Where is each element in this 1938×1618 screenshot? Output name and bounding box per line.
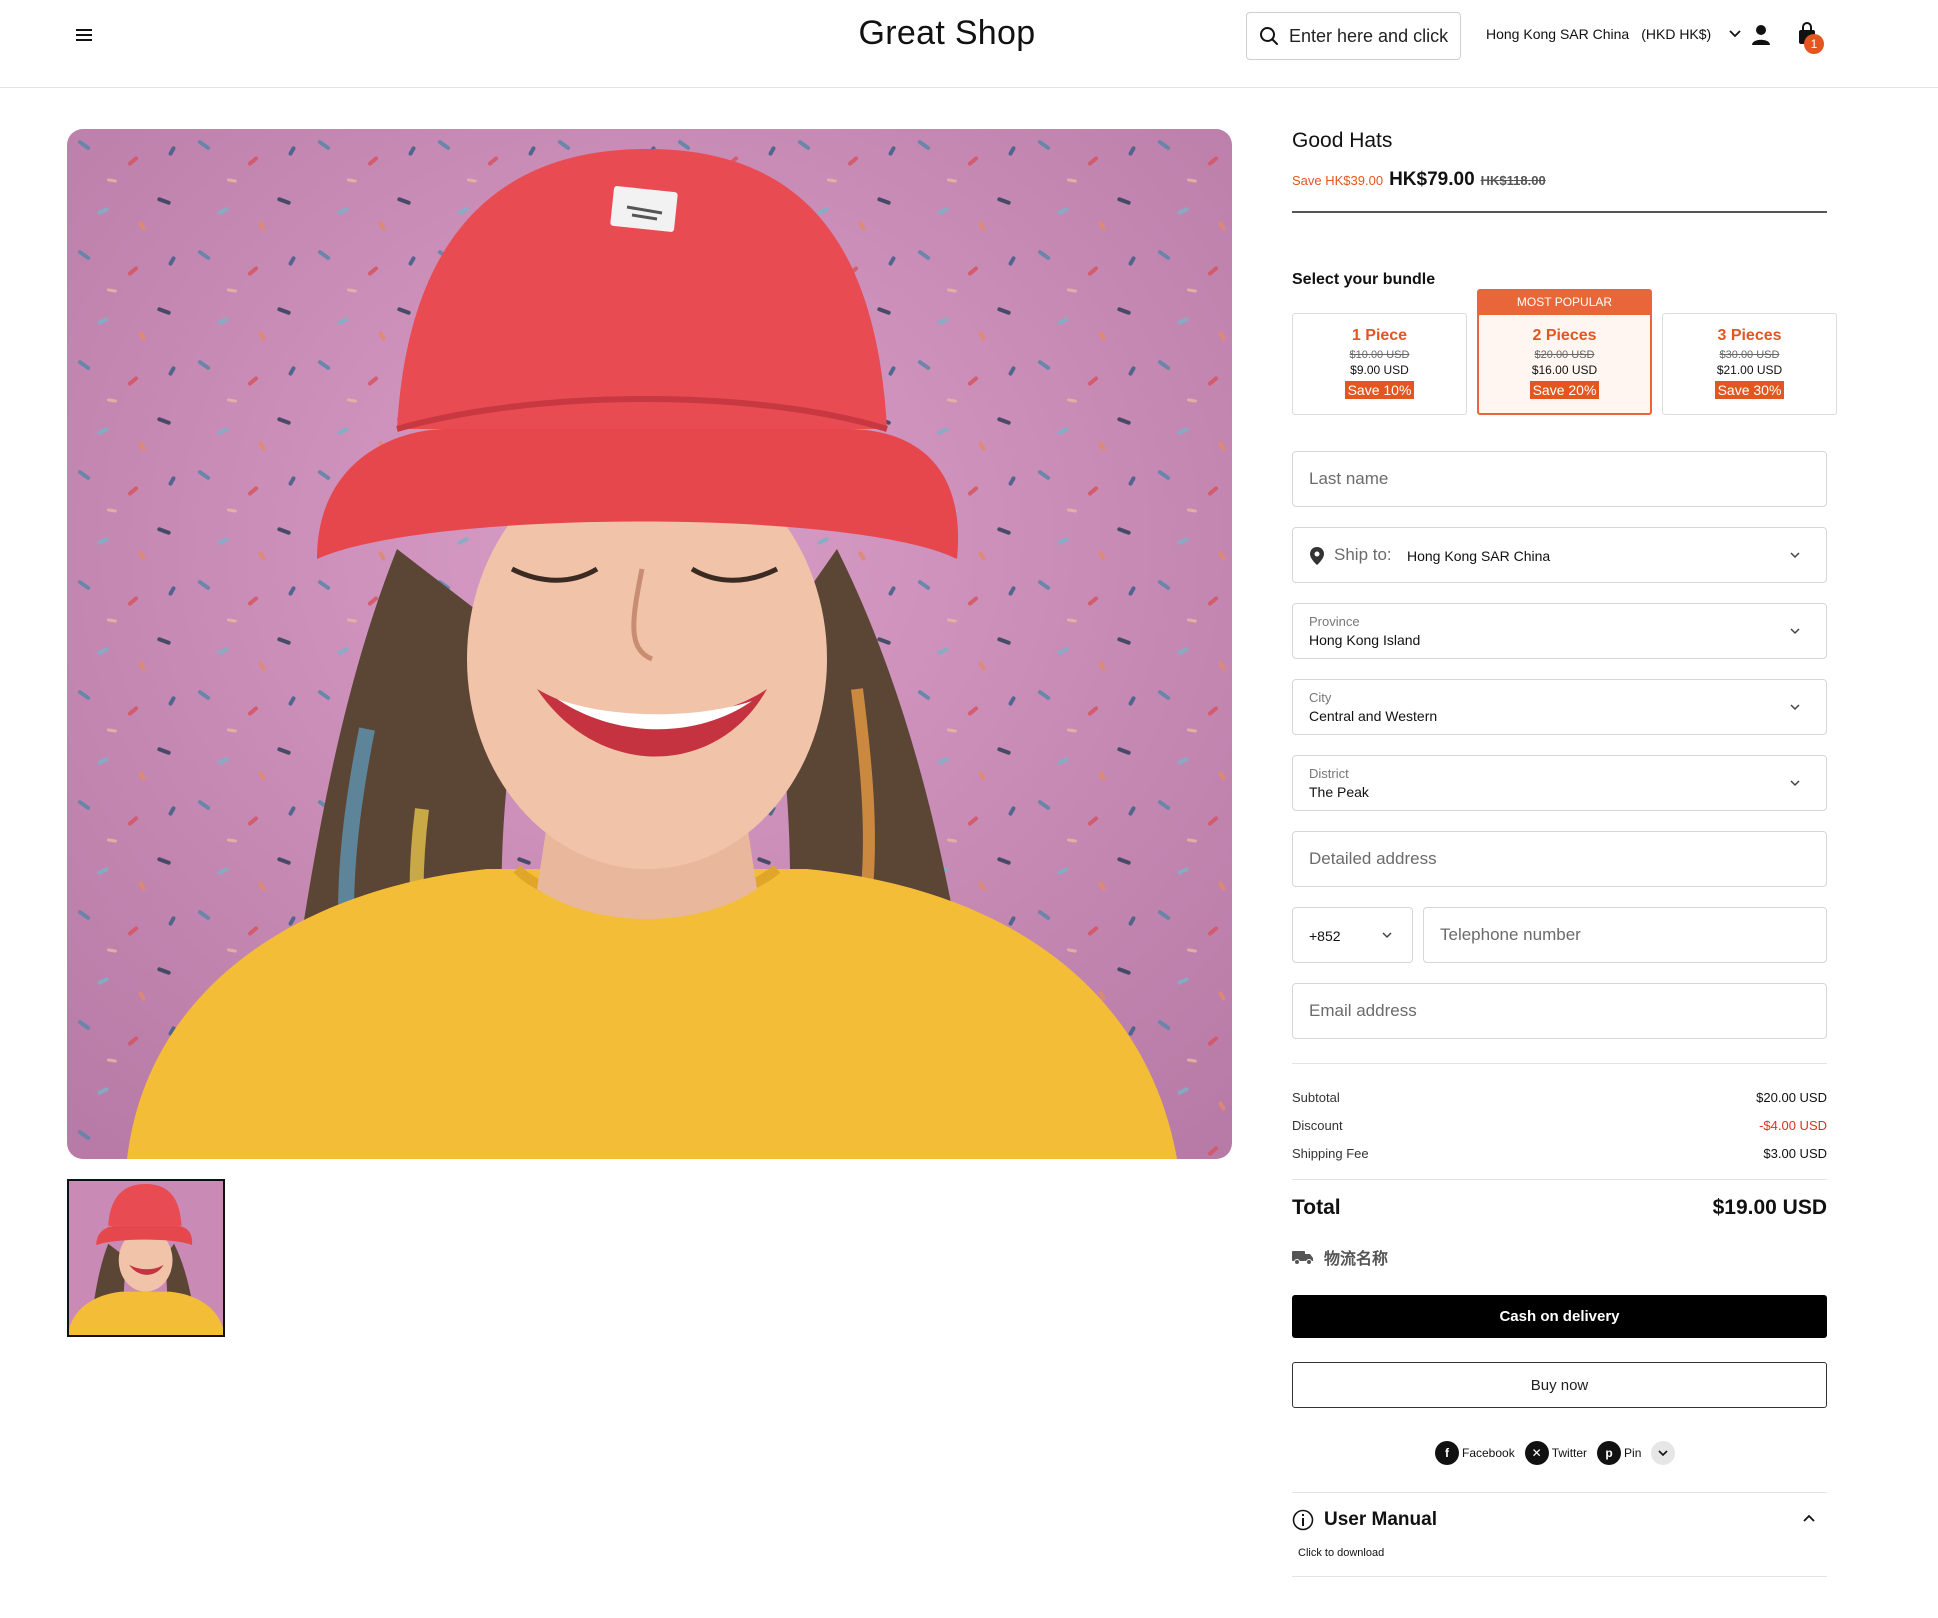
province-label: Province xyxy=(1309,614,1360,629)
product-thumbnail[interactable] xyxy=(67,1179,225,1337)
address-input[interactable] xyxy=(1293,832,1826,886)
ship-to-label: Ship to: xyxy=(1334,545,1392,564)
thumbnail-photo xyxy=(69,1181,223,1335)
user-manual-title: User Manual xyxy=(1324,1509,1437,1530)
address-field[interactable] xyxy=(1292,831,1827,887)
share-more-button[interactable] xyxy=(1651,1441,1676,1465)
buy-now-button[interactable]: Buy now xyxy=(1292,1362,1827,1408)
district-value: The Peak xyxy=(1309,784,1369,800)
product-photo xyxy=(67,129,1232,1159)
total-value: $19.00 USD xyxy=(1712,1196,1827,1219)
truck-icon xyxy=(1292,1251,1313,1265)
discount-value: -$4.00 USD xyxy=(1759,1118,1827,1133)
discount-label: Discount xyxy=(1292,1118,1343,1133)
search-icon[interactable] xyxy=(1259,26,1279,46)
total-label: Total xyxy=(1292,1196,1341,1219)
phone-field[interactable] xyxy=(1423,907,1827,963)
province-select[interactable]: Province Hong Kong Island xyxy=(1292,603,1827,659)
province-value: Hong Kong Island xyxy=(1309,632,1421,648)
phone-input[interactable] xyxy=(1424,908,1826,962)
share-twitter-label: Twitter xyxy=(1551,1446,1588,1460)
district-label: District xyxy=(1309,766,1349,781)
manual-bottom-divider xyxy=(1292,1576,1827,1577)
checkout-form: Ship to: Hong Kong SAR China Province Ho… xyxy=(1292,0,1837,1618)
chevron-down-icon xyxy=(1382,932,1392,939)
user-manual-download-link[interactable]: Click to download xyxy=(1298,1547,1384,1559)
district-select[interactable]: District The Peak xyxy=(1292,755,1827,811)
discount-row: Discount -$4.00 USD xyxy=(1292,1118,1827,1133)
info-icon xyxy=(1292,1509,1314,1531)
location-pin-icon xyxy=(1310,547,1324,565)
share-facebook[interactable]: f Facebook xyxy=(1435,1441,1515,1465)
logistics-name: 物流名称 xyxy=(1324,1251,1389,1268)
shipping-row: Shipping Fee $3.00 USD xyxy=(1292,1146,1827,1161)
email-field[interactable] xyxy=(1292,983,1827,1039)
last-name-field[interactable] xyxy=(1292,451,1827,507)
phone-code-value: +852 xyxy=(1309,928,1341,944)
shipping-label: Shipping Fee xyxy=(1292,1146,1369,1161)
chevron-down-icon xyxy=(1790,780,1800,787)
share-pinterest[interactable]: p Pin xyxy=(1597,1441,1641,1465)
share-twitter[interactable]: ✕ Twitter xyxy=(1524,1441,1588,1465)
subtotal-label: Subtotal xyxy=(1292,1090,1340,1105)
x-twitter-icon: ✕ xyxy=(1524,1441,1549,1465)
total-divider xyxy=(1292,1179,1827,1180)
pinterest-icon: p xyxy=(1597,1441,1622,1465)
user-manual-toggle[interactable]: User Manual xyxy=(1292,1500,1827,1540)
chevron-down-icon xyxy=(1790,552,1800,559)
logistics-row: 物流名称 xyxy=(1292,1245,1388,1269)
share-pin-label: Pin xyxy=(1624,1446,1642,1460)
shipping-value: $3.00 USD xyxy=(1763,1146,1827,1161)
share-bar: f Facebook ✕ Twitter p Pin xyxy=(1435,1441,1676,1465)
phone-code-select[interactable]: +852 xyxy=(1292,907,1413,963)
product-main-image[interactable] xyxy=(67,129,1232,1159)
chevron-down-icon xyxy=(1658,1450,1668,1457)
ship-to-select[interactable]: Ship to: Hong Kong SAR China xyxy=(1292,527,1827,583)
chevron-down-icon xyxy=(1790,628,1800,635)
city-select[interactable]: City Central and Western xyxy=(1292,679,1827,735)
facebook-icon: f xyxy=(1435,1441,1459,1465)
total-row: Total $19.00 USD xyxy=(1292,1196,1827,1220)
city-value: Central and Western xyxy=(1309,708,1438,724)
cash-on-delivery-button[interactable]: Cash on delivery xyxy=(1292,1295,1827,1338)
ship-to-value: Hong Kong SAR China xyxy=(1407,548,1551,564)
chevron-down-icon xyxy=(1790,704,1800,711)
manual-divider xyxy=(1292,1492,1827,1493)
share-facebook-label: Facebook xyxy=(1462,1446,1515,1460)
summary-divider xyxy=(1292,1063,1827,1064)
email-input[interactable] xyxy=(1293,984,1826,1038)
chevron-up-icon xyxy=(1803,1514,1815,1522)
last-name-input[interactable] xyxy=(1293,452,1826,506)
city-label: City xyxy=(1309,690,1332,705)
subtotal-value: $20.00 USD xyxy=(1756,1090,1827,1105)
subtotal-row: Subtotal $20.00 USD xyxy=(1292,1090,1827,1105)
